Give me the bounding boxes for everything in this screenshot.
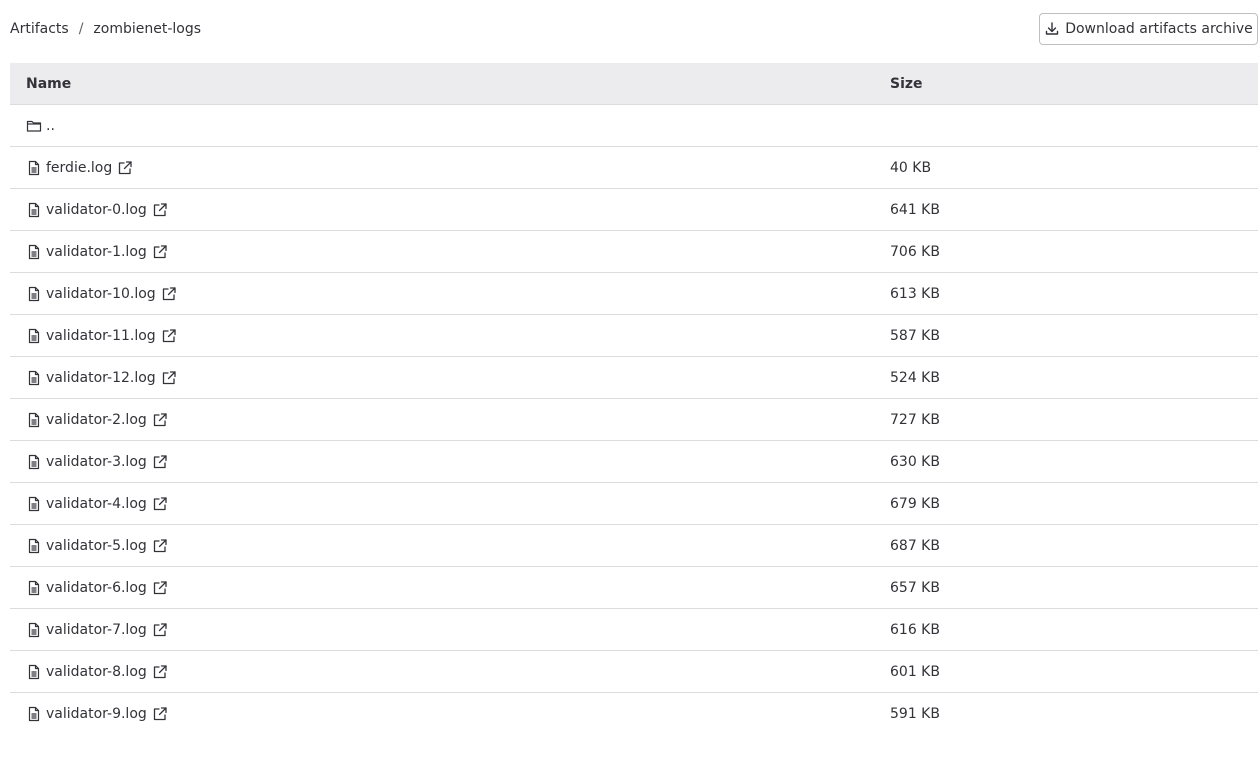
- external-link-icon[interactable]: [152, 496, 168, 512]
- external-link-icon[interactable]: [161, 328, 177, 344]
- file-icon: [28, 664, 40, 679]
- file-link[interactable]: validator-5.log: [46, 538, 147, 554]
- breadcrumb-current: zombienet-logs: [93, 21, 202, 37]
- external-link-icon[interactable]: [152, 538, 168, 554]
- external-link-icon[interactable]: [152, 664, 168, 680]
- file-size: 601 KB: [890, 663, 940, 680]
- file-icon: [28, 622, 40, 637]
- artifacts-table: Name Size .. ferdie.log 40 KB validator-0.…: [10, 63, 1258, 735]
- file-size: 706 KB: [890, 243, 940, 260]
- external-link-icon[interactable]: [152, 706, 168, 722]
- file-size: 591 KB: [890, 706, 940, 722]
- file-link[interactable]: validator-12.log: [46, 370, 156, 386]
- table-row: validator-5.log 687 KB: [10, 525, 1258, 567]
- file-size: 587 KB: [890, 327, 940, 344]
- external-link-icon[interactable]: [152, 580, 168, 596]
- external-link-icon[interactable]: [152, 202, 168, 218]
- file-rows: ferdie.log 40 KB validator-0.log 641 KB vali…: [10, 147, 1258, 735]
- file-link[interactable]: validator-11.log: [46, 328, 156, 344]
- file-link[interactable]: validator-7.log: [46, 622, 147, 638]
- table-row: validator-4.log 679 KB: [10, 483, 1258, 525]
- file-size: 613 KB: [890, 285, 940, 302]
- file-size: 679 KB: [890, 495, 940, 512]
- file-link[interactable]: validator-4.log: [46, 496, 147, 512]
- folder-icon: [26, 120, 42, 132]
- file-icon: [28, 538, 40, 553]
- table-row: validator-6.log 657 KB: [10, 567, 1258, 609]
- table-row: validator-7.log 616 KB: [10, 609, 1258, 651]
- parent-directory-link[interactable]: ..: [46, 118, 55, 134]
- table-row: validator-1.log 706 KB: [10, 231, 1258, 273]
- file-size: 524 KB: [890, 369, 940, 386]
- table-row: validator-9.log 591 KB: [10, 693, 1258, 735]
- file-link[interactable]: ferdie.log: [46, 160, 112, 176]
- file-link[interactable]: validator-0.log: [46, 202, 147, 218]
- table-row: ferdie.log 40 KB: [10, 147, 1258, 189]
- file-size: 40 KB: [890, 159, 932, 176]
- file-link[interactable]: validator-9.log: [46, 706, 147, 722]
- download-archive-label: Download artifacts archive: [1065, 21, 1253, 37]
- external-link-icon[interactable]: [161, 370, 177, 386]
- file-size: 727 KB: [890, 411, 940, 428]
- table-row: validator-0.log 641 KB: [10, 189, 1258, 231]
- file-icon: [28, 244, 40, 259]
- file-size: 687 KB: [890, 537, 940, 554]
- external-link-icon[interactable]: [152, 454, 168, 470]
- file-icon: [28, 580, 40, 595]
- file-icon: [28, 370, 40, 385]
- table-header: Name Size: [10, 63, 1258, 105]
- external-link-icon[interactable]: [161, 286, 177, 302]
- table-row: validator-8.log 601 KB: [10, 651, 1258, 693]
- external-link-icon[interactable]: [152, 622, 168, 638]
- table-row: validator-11.log 587 KB: [10, 315, 1258, 357]
- external-link-icon[interactable]: [152, 412, 168, 428]
- external-link-icon[interactable]: [152, 244, 168, 260]
- external-link-icon[interactable]: [117, 160, 133, 176]
- file-link[interactable]: validator-2.log: [46, 412, 147, 428]
- table-row: validator-2.log 727 KB: [10, 399, 1258, 441]
- file-icon: [28, 286, 40, 301]
- table-row: validator-12.log 524 KB: [10, 357, 1258, 399]
- parent-directory-row[interactable]: ..: [10, 105, 1258, 147]
- file-link[interactable]: validator-8.log: [46, 664, 147, 680]
- table-row: validator-3.log 630 KB: [10, 441, 1258, 483]
- breadcrumb-artifacts-link[interactable]: Artifacts: [10, 21, 69, 37]
- file-size: 641 KB: [890, 201, 940, 218]
- file-icon: [28, 160, 40, 175]
- file-icon: [28, 496, 40, 511]
- size-column-header: Size: [890, 75, 923, 92]
- breadcrumb: Artifacts / zombienet-logs: [10, 21, 201, 37]
- file-icon: [28, 454, 40, 469]
- file-size: 657 KB: [890, 579, 940, 596]
- file-icon: [28, 328, 40, 343]
- download-archive-button[interactable]: Download artifacts archive: [1039, 13, 1258, 45]
- download-icon: [1046, 22, 1059, 35]
- file-icon: [28, 202, 40, 217]
- top-bar: Artifacts / zombienet-logs Download arti…: [10, 13, 1258, 45]
- file-size: 616 KB: [890, 621, 940, 638]
- file-size: 630 KB: [890, 453, 940, 470]
- table-row: validator-10.log 613 KB: [10, 273, 1258, 315]
- breadcrumb-separator: /: [78, 21, 84, 37]
- file-link[interactable]: validator-6.log: [46, 580, 147, 596]
- file-link[interactable]: validator-1.log: [46, 244, 147, 260]
- file-link[interactable]: validator-10.log: [46, 286, 156, 302]
- file-link[interactable]: validator-3.log: [46, 454, 147, 470]
- file-icon: [28, 706, 40, 722]
- file-icon: [28, 412, 40, 427]
- name-column-header: Name: [26, 75, 72, 92]
